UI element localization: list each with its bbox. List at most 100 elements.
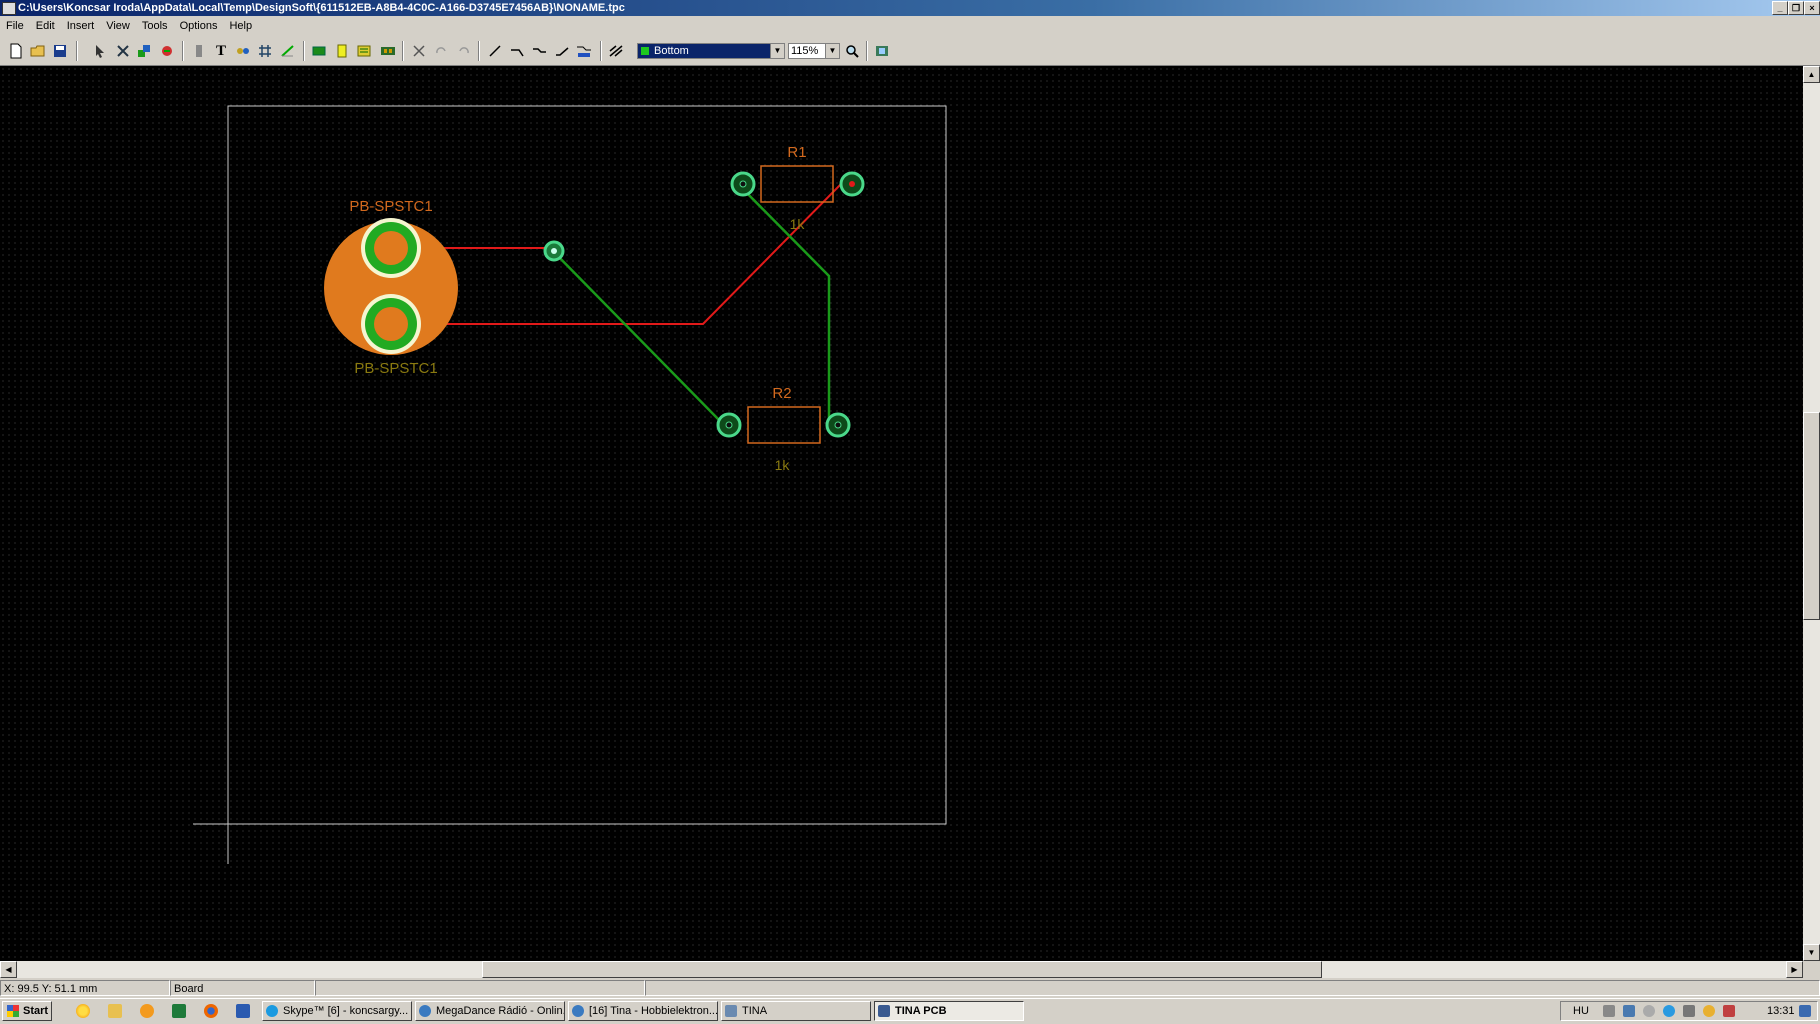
quicklaunch-browser-icon[interactable]: [76, 1004, 90, 1018]
menu-file[interactable]: File: [0, 16, 30, 36]
menu-view[interactable]: View: [100, 16, 136, 36]
top-layer-tracks[interactable]: [391, 181, 844, 325]
view-3d-icon[interactable]: [872, 41, 892, 61]
show-desktop-icon[interactable]: [1799, 1005, 1811, 1017]
layer-dropdown[interactable]: Bottom ▼: [637, 43, 785, 59]
minimize-button[interactable]: _: [1772, 1, 1788, 15]
rip-up-icon[interactable]: [606, 41, 626, 61]
r1-pad-2[interactable]: [839, 171, 865, 197]
new-file-icon[interactable]: [6, 41, 26, 61]
place-part-icon[interactable]: [134, 41, 154, 61]
board-outline: [193, 105, 947, 864]
scroll-down-icon[interactable]: ▼: [1803, 944, 1820, 961]
select-arrow-icon[interactable]: [90, 41, 110, 61]
quicklaunch-firefox-icon[interactable]: [204, 1004, 218, 1018]
drc-icon[interactable]: [332, 41, 352, 61]
start-button[interactable]: Start: [2, 1001, 52, 1021]
tray-display-icon[interactable]: [1623, 1005, 1635, 1017]
via[interactable]: [543, 240, 565, 262]
r1-pad-1[interactable]: [730, 171, 756, 197]
layer-color-swatch: [641, 47, 649, 55]
horizontal-scroll-thumb[interactable]: [482, 961, 1322, 978]
task-megadance[interactable]: MegaDance Rádió - Onlin...: [415, 1001, 565, 1021]
tray-skype-icon[interactable]: [1663, 1005, 1675, 1017]
scroll-up-icon[interactable]: ▲: [1803, 66, 1820, 83]
r2-value-label: 1k: [775, 457, 791, 473]
menu-edit[interactable]: Edit: [30, 16, 61, 36]
toolbar: T Bottom ▼ 115% ▼: [0, 36, 1820, 66]
task-tina-label: TINA: [742, 1005, 768, 1017]
quicklaunch-media-icon[interactable]: [140, 1004, 154, 1018]
resistor-r1[interactable]: R1 1k: [730, 144, 865, 232]
switch-component[interactable]: PB-SPSTC1 PB-SPSTC1: [324, 198, 458, 377]
status-empty-pane: [315, 980, 645, 996]
chevron-down-icon[interactable]: ▼: [825, 44, 839, 58]
netlist-icon[interactable]: [354, 41, 374, 61]
quicklaunch-excel-icon[interactable]: [172, 1004, 186, 1018]
language-indicator[interactable]: HU: [1573, 1002, 1589, 1020]
menu-options[interactable]: Options: [174, 16, 224, 36]
vertical-scroll-thumb[interactable]: [1803, 412, 1820, 620]
toolbar-separator: [303, 41, 305, 61]
quicklaunch-word-icon[interactable]: [236, 1004, 250, 1018]
status-layer: Board: [170, 980, 315, 996]
menu-insert[interactable]: Insert: [61, 16, 101, 36]
text-tool-icon[interactable]: T: [211, 41, 231, 61]
tray-network-icon[interactable]: [1603, 1005, 1615, 1017]
task-skype-label: Skype™ [6] - koncsargy...: [283, 1005, 409, 1017]
task-tina[interactable]: TINA: [721, 1001, 871, 1021]
dimension-icon[interactable]: [233, 41, 253, 61]
task-tina-forum[interactable]: [16] Tina - Hobbielektron...: [568, 1001, 718, 1021]
grid-settings-icon[interactable]: [255, 41, 275, 61]
undo-icon[interactable]: [454, 41, 474, 61]
switch-pad-1[interactable]: [361, 218, 421, 278]
cursor-coordinates: X: 99.5 Y: 51.1 mm: [0, 980, 170, 996]
chevron-down-icon[interactable]: ▼: [770, 44, 784, 58]
delete-icon[interactable]: [409, 41, 429, 61]
track-straight-icon[interactable]: [485, 41, 505, 61]
zoom-magnifier-icon[interactable]: [842, 41, 862, 61]
scroll-left-icon[interactable]: ◀: [0, 961, 17, 978]
autoplace-icon[interactable]: [157, 41, 177, 61]
copper-fill-icon[interactable]: [309, 41, 329, 61]
scroll-right-icon[interactable]: ▶: [1786, 961, 1803, 978]
menu-help[interactable]: Help: [223, 16, 258, 36]
start-label: Start: [23, 1005, 49, 1017]
vertical-scrollbar[interactable]: ▲ ▼: [1803, 66, 1820, 961]
redo-icon[interactable]: [431, 41, 451, 61]
pcb-canvas[interactable]: PB-SPSTC1 PB-SPSTC1 R1 1k R2 1k: [0, 66, 1803, 961]
tray-security-icon[interactable]: [1703, 1005, 1715, 1017]
quicklaunch-explorer-icon[interactable]: [108, 1004, 122, 1018]
clock[interactable]: 13:31: [1767, 1002, 1795, 1020]
board-3d-icon[interactable]: [378, 41, 398, 61]
menu-tools[interactable]: Tools: [136, 16, 174, 36]
tray-device-icon[interactable]: [1683, 1005, 1695, 1017]
horizontal-scrollbar[interactable]: ◀ ▶: [0, 961, 1803, 978]
app-icon: [2, 2, 16, 15]
switch-pad-2[interactable]: [361, 294, 421, 354]
zoom-dropdown[interactable]: 115% ▼: [788, 43, 840, 59]
title-bar: C:\Users\Koncsar Iroda\AppData\Local\Tem…: [0, 0, 1820, 16]
restore-button[interactable]: ❐: [1788, 1, 1804, 15]
task-skype[interactable]: Skype™ [6] - koncsargy...: [262, 1001, 412, 1021]
track-diagonal-icon[interactable]: [552, 41, 572, 61]
track-arc-icon[interactable]: [529, 41, 549, 61]
tray-volume-icon[interactable]: [1643, 1005, 1655, 1017]
save-icon[interactable]: [50, 41, 70, 61]
move-icon[interactable]: [113, 41, 133, 61]
r1-ref-label: R1: [787, 144, 806, 161]
task-tina-pcb[interactable]: TINA PCB: [874, 1001, 1024, 1021]
r2-pad-2[interactable]: [825, 412, 851, 438]
status-bar: X: 99.5 Y: 51.1 mm Board: [0, 978, 1820, 998]
tray-flag-icon[interactable]: [1723, 1005, 1735, 1017]
switch-value-label: PB-SPSTC1: [354, 360, 437, 377]
r2-pad-1[interactable]: [716, 412, 742, 438]
pad-icon[interactable]: [189, 41, 209, 61]
track-curve-icon[interactable]: [507, 41, 527, 61]
autoroute-icon[interactable]: [574, 41, 594, 61]
open-folder-icon[interactable]: [28, 41, 48, 61]
toolbar-separator: [182, 41, 184, 61]
measure-icon[interactable]: [278, 41, 298, 61]
close-button[interactable]: ×: [1804, 1, 1820, 15]
system-tray: HU 13:31: [1560, 1001, 1818, 1021]
